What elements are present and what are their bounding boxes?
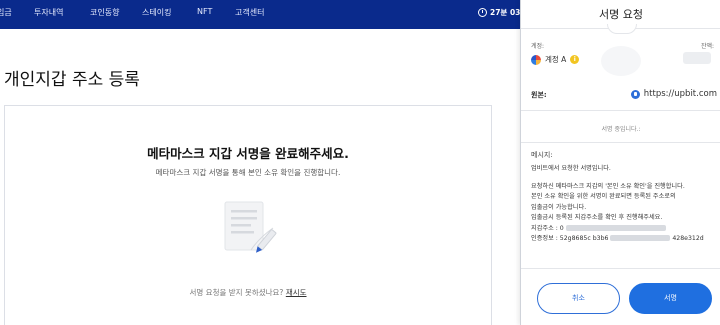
auth-info-label: 인증정보 : 52g8685c b3b6 [531,235,609,242]
account-label: 계정: [531,43,545,50]
nav-item-coin-trends[interactable]: 코인동향 [90,7,119,18]
message-line: 입출금이 가능합니다. [531,203,587,211]
message-block: 메시지: 업비트에서 요청한 서명입니다. 요청하신 메타마스크 지갑의 '본인… [531,150,717,245]
site-lock-icon [630,89,640,99]
card-footer: 서명 요청을 받지 못하셨나요? 재시도 [5,287,491,298]
site-indicator [607,24,637,34]
signing-status: 서명 중입니다.: [601,126,641,133]
wallet-address-label: 지갑주소 : 0 [531,224,564,232]
card-heading: 메타마스크 지갑 서명을 완료해주세요. [147,146,349,161]
message-line: 입출금시 등록된 지갑주소를 확인 후 진행해주세요. [531,214,663,221]
auth-info-line: 인증정보 : 52g8685c b3b6 428e312d [531,234,717,245]
account-row: 계정 A i [531,54,580,65]
document-sign-icon [224,201,277,253]
origin-label: 원본: [531,91,547,99]
cancel-button[interactable]: 취소 [537,283,620,314]
message-line: 본인 소유 확인을 위한 서명이 완료되면 등록된 주소로의 [531,193,676,200]
nav-item-nft[interactable]: NFT [197,7,212,16]
blurred-site-icon [601,46,641,76]
signature-card: 메타마스크 지갑 서명을 완료해주세요. 메타마스크 지갑 서명을 통해 본인 … [4,105,492,325]
page-title: 개인지갑 주소 등록 [4,70,140,90]
message-label: 메시지: [531,151,553,159]
nav-item-investments[interactable]: 투자내역 [34,7,63,18]
account-avatar [531,54,541,65]
divider [521,268,720,269]
wallet-address-line: 지갑주소 : 0 [531,224,717,235]
blurred-balance [683,52,711,64]
divider [521,142,720,143]
origin-row: 원본: https://upbit.com [531,88,717,102]
nav-item-customer-center[interactable]: 고객센터 [235,7,264,18]
balance-label: 잔액: [700,43,714,50]
retry-link[interactable]: 재시도 [286,288,307,297]
account-name: 계정 A [545,55,567,64]
nav-item-deposit[interactable]: 입금 [0,7,12,18]
info-icon[interactable]: i [570,55,580,64]
blurred-address [565,224,666,231]
divider [521,110,720,111]
message-line: 업비트에서 요청한 서명입니다. [531,165,611,172]
signature-request-popup: 서명 요청 계정: 잔액: 계정 A i 원본: https://upbit.c… [520,0,720,325]
auth-info-suffix: 428e312d [672,235,704,242]
blurred-auth-info [610,235,671,241]
sign-button[interactable]: 서명 [629,283,712,314]
origin-url: https://upbit.com [643,89,717,99]
message-line: 요청하신 메타마스크 지갑의 '본인 소유 확인'을 진행합니다. [531,182,685,190]
nav-item-staking[interactable]: 스테이킹 [142,7,171,18]
no-request-text: 서명 요청을 받지 못하셨나요? [189,288,284,297]
clock-icon [478,8,487,17]
origin-url-container: https://upbit.com [630,89,717,99]
card-description: 메타마스크 지갑 서명을 통해 본인 소유 확인을 진행합니다. [155,168,341,177]
